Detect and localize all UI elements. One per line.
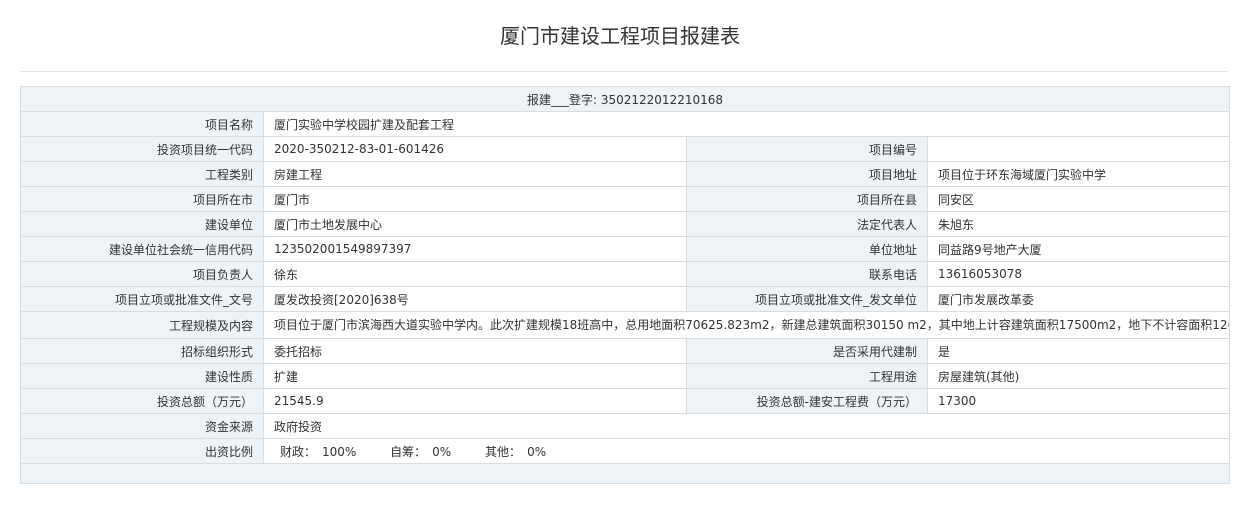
tender-form-value: 委托招标 <box>263 338 687 364</box>
approval-unit-value: 厦门市发展改革委 <box>926 286 1231 312</box>
self-funded-label: 自筹： <box>390 444 427 459</box>
credit-code-value: 123502001549897397 <box>263 236 687 262</box>
city-label: 项目所在市 <box>20 186 264 212</box>
project-no-value <box>926 136 1231 162</box>
county-label: 项目所在县 <box>686 186 928 212</box>
scale-label: 工程规模及内容 <box>20 311 264 339</box>
county-value: 同安区 <box>926 186 1231 212</box>
project-no-label: 项目编号 <box>686 136 928 162</box>
table-row: 资金来源 政府投资 <box>20 413 1231 439</box>
nature-label: 建设性质 <box>20 363 264 389</box>
leader-label: 项目负责人 <box>20 261 264 287</box>
nature-value: 扩建 <box>263 363 687 389</box>
table-row: 项目名称 厦门实验中学校园扩建及配套工程 <box>20 111 1231 137</box>
finance-value: 100% <box>322 444 357 459</box>
scale-value: 项目位于厦门市滨海西大道实验中学内。此次扩建规模18班高中，总用地面积70625… <box>262 311 1231 339</box>
legal-rep-value: 朱旭东 <box>926 211 1231 237</box>
registration-row: 报建___登字: 3502122012210168 <box>19 86 1231 112</box>
address-value: 项目位于环东海域厦门实验中学 <box>926 161 1231 187</box>
fund-source-value: 政府投资 <box>262 413 1231 439</box>
table-row: 招标组织形式 委托招标 是否采用代建制 是 <box>20 338 1231 364</box>
invest-code-value: 2020-350212-83-01-601426 <box>263 136 687 162</box>
approval-doc-no-value: 厦发改投资[2020]638号 <box>263 286 687 312</box>
finance-label: 财政： <box>280 444 317 459</box>
page-title: 厦门市建设工程项目报建表 <box>500 24 740 48</box>
other-label: 其他： <box>485 444 522 459</box>
approval-doc-no-label: 项目立项或批准文件_文号 <box>20 286 264 312</box>
ratio-value: 财政： 100% 自筹： 0% 其他： 0% <box>262 438 1231 464</box>
table-row: 建设性质 扩建 工程用途 房屋建筑(其他) <box>20 363 1231 389</box>
phone-value: 13616053078 <box>926 261 1231 287</box>
table-row: 工程规模及内容 项目位于厦门市滨海西大道实验中学内。此次扩建规模18班高中，总用… <box>20 311 1231 339</box>
tender-form-label: 招标组织形式 <box>20 338 264 364</box>
category-label: 工程类别 <box>20 161 264 187</box>
other-value: 0% <box>527 444 547 459</box>
address-label: 项目地址 <box>686 161 928 187</box>
agent-system-label: 是否采用代建制 <box>686 338 928 364</box>
usage-label: 工程用途 <box>686 363 928 389</box>
title-divider <box>20 71 1228 72</box>
project-info-table: 报建___登字: 3502122012210168 项目名称 厦门实验中学校园扩… <box>19 86 1231 484</box>
project-name-value: 厦门实验中学校园扩建及配套工程 <box>262 111 1231 137</box>
builder-value: 厦门市土地发展中心 <box>263 211 687 237</box>
unit-address-label: 单位地址 <box>686 236 928 262</box>
usage-value: 房屋建筑(其他) <box>926 363 1231 389</box>
fund-source-label: 资金来源 <box>20 413 264 439</box>
table-row <box>19 463 1231 484</box>
legal-rep-label: 法定代表人 <box>686 211 928 237</box>
category-value: 房建工程 <box>263 161 687 187</box>
approval-unit-label: 项目立项或批准文件_发文单位 <box>686 286 928 312</box>
leader-value: 徐东 <box>263 261 687 287</box>
total-invest-value: 21545.9 <box>263 388 687 414</box>
builder-label: 建设单位 <box>20 211 264 237</box>
table-row: 项目负责人 徐东 联系电话 13616053078 <box>20 261 1231 287</box>
phone-label: 联系电话 <box>686 261 928 287</box>
construction-cost-label: 投资总额-建安工程费（万元） <box>686 388 928 414</box>
table-row: 工程类别 房建工程 项目地址 项目位于环东海域厦门实验中学 <box>20 161 1231 187</box>
invest-code-label: 投资项目统一代码 <box>20 136 264 162</box>
table-row: 投资总额（万元） 21545.9 投资总额-建安工程费（万元） 17300 <box>20 388 1231 414</box>
construction-cost-value: 17300 <box>926 388 1231 414</box>
credit-code-label: 建设单位社会统一信用代码 <box>20 236 264 262</box>
table-row: 建设单位社会统一信用代码 123502001549897397 单位地址 同益路… <box>20 236 1231 262</box>
table-row: 投资项目统一代码 2020-350212-83-01-601426 项目编号 <box>20 136 1231 162</box>
registration-number: 报建___登字: 3502122012210168 <box>19 86 1231 112</box>
table-row: 项目立项或批准文件_文号 厦发改投资[2020]638号 项目立项或批准文件_发… <box>20 286 1231 312</box>
self-funded-value: 0% <box>432 444 452 459</box>
total-invest-label: 投资总额（万元） <box>20 388 264 414</box>
table-row: 出资比例 财政： 100% 自筹： 0% 其他： 0% <box>20 438 1231 464</box>
ratio-label: 出资比例 <box>20 438 264 464</box>
next-section-row <box>19 463 1231 484</box>
city-value: 厦门市 <box>263 186 687 212</box>
unit-address-value: 同益路9号地产大厦 <box>926 236 1231 262</box>
table-row: 建设单位 厦门市土地发展中心 法定代表人 朱旭东 <box>20 211 1231 237</box>
table-row: 项目所在市 厦门市 项目所在县 同安区 <box>20 186 1231 212</box>
project-name-label: 项目名称 <box>20 111 264 137</box>
agent-system-value: 是 <box>926 338 1231 364</box>
